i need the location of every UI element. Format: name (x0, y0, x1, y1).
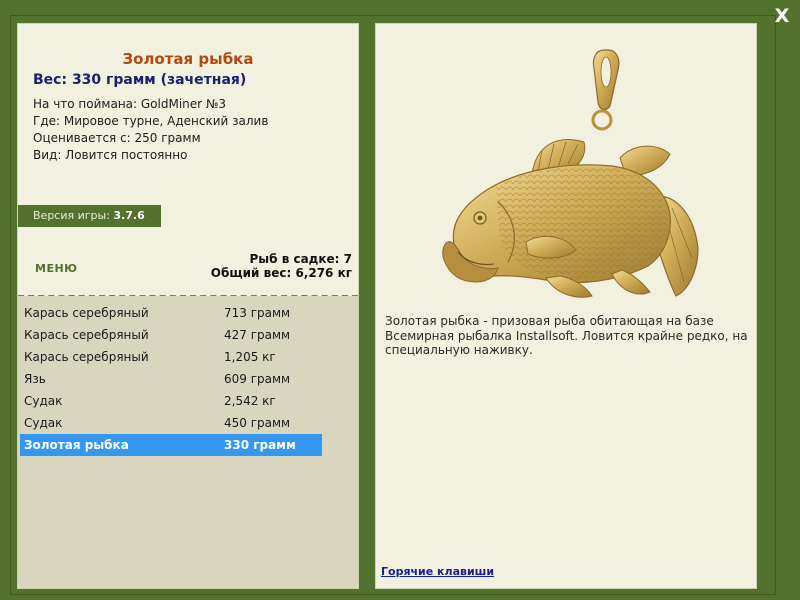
close-button[interactable]: X (773, 6, 791, 26)
catch-list-item[interactable]: Золотая рыбка 330 грамм (20, 434, 322, 456)
fish-info-section: Золотая рыбка Вес: 330 грамм (зачетная) … (18, 24, 358, 296)
catch-fish-weight: 609 грамм (224, 372, 291, 386)
detail-bait: На что поймана: GoldMiner №3 (33, 97, 227, 111)
catch-list-item[interactable]: Карась серебряный 427 грамм (20, 324, 322, 346)
menu-button[interactable]: МЕНЮ (35, 262, 78, 275)
hotkeys-link[interactable]: Горячие клавиши (381, 565, 494, 578)
catch-fish-name: Карась серебряный (24, 328, 149, 342)
catch-list-item[interactable]: Язь 609 грамм (20, 368, 322, 390)
detail-location: Где: Мировое турне, Аденский залив (33, 114, 269, 128)
fish-description: Золотая рыбка - призовая рыба обитающая … (385, 314, 748, 357)
detail-min-weight: Оценивается с: 250 грамм (33, 131, 201, 145)
total-weight: Общий вес: 6,276 кг (210, 266, 352, 280)
catch-fish-name: Карась серебряный (24, 350, 149, 364)
fish-details: На что поймана: GoldMiner №3 Где: Мирово… (33, 96, 268, 164)
version-label: Версия игры: (33, 209, 110, 222)
catch-fish-name: Судак (24, 416, 63, 430)
catch-fish-name: Язь (24, 372, 46, 386)
catch-list-item[interactable]: Судак 450 грамм (20, 412, 322, 434)
catch-fish-weight: 450 грамм (224, 416, 291, 430)
left-panel: Золотая рыбка Вес: 330 грамм (зачетная) … (17, 23, 359, 589)
catch-fish-weight: 330 грамм (224, 438, 296, 452)
keepnet-stats: Рыб в садке: 7 Общий вес: 6,276 кг (211, 252, 352, 280)
catch-list: Карась серебряный 713 грамм Карась серебря… (20, 302, 322, 456)
catch-fish-weight: 713 грамм (224, 306, 291, 320)
catch-fish-name: Карась серебряный (24, 306, 149, 320)
catch-fish-name: Судак (24, 394, 63, 408)
fish-weight: Вес: 330 грамм (зачетная) (33, 72, 247, 88)
catch-fish-name: Золотая рыбка (24, 438, 129, 452)
catch-list-item[interactable]: Судак 2,542 кг (20, 390, 322, 412)
catch-list-section: Карась серебряный 713 грамм Карась серебря… (18, 296, 358, 588)
catch-fish-weight: 427 грамм (224, 328, 291, 342)
catch-fish-weight: 1,205 кг (224, 350, 276, 364)
catch-list-item[interactable]: Карась серебряный 713 грамм (20, 302, 322, 324)
catch-fish-weight: 2,542 кг (224, 394, 276, 408)
fish-count: Рыб в садке: 7 (249, 252, 353, 266)
version-bar: Версия игры: 3.7.6 (18, 205, 161, 227)
fish-title: Золотая рыбка (122, 50, 254, 68)
catch-list-item[interactable]: Карась серебряный 1,205 кг (20, 346, 322, 368)
right-panel: Золотая рыбка - призовая рыба обитающая … (375, 23, 757, 589)
version-value: 3.7.6 (113, 209, 145, 222)
close-icon: X (774, 5, 790, 27)
gold-fish-pendant-image (442, 49, 699, 298)
detail-type: Вид: Ловится постоянно (33, 148, 188, 162)
